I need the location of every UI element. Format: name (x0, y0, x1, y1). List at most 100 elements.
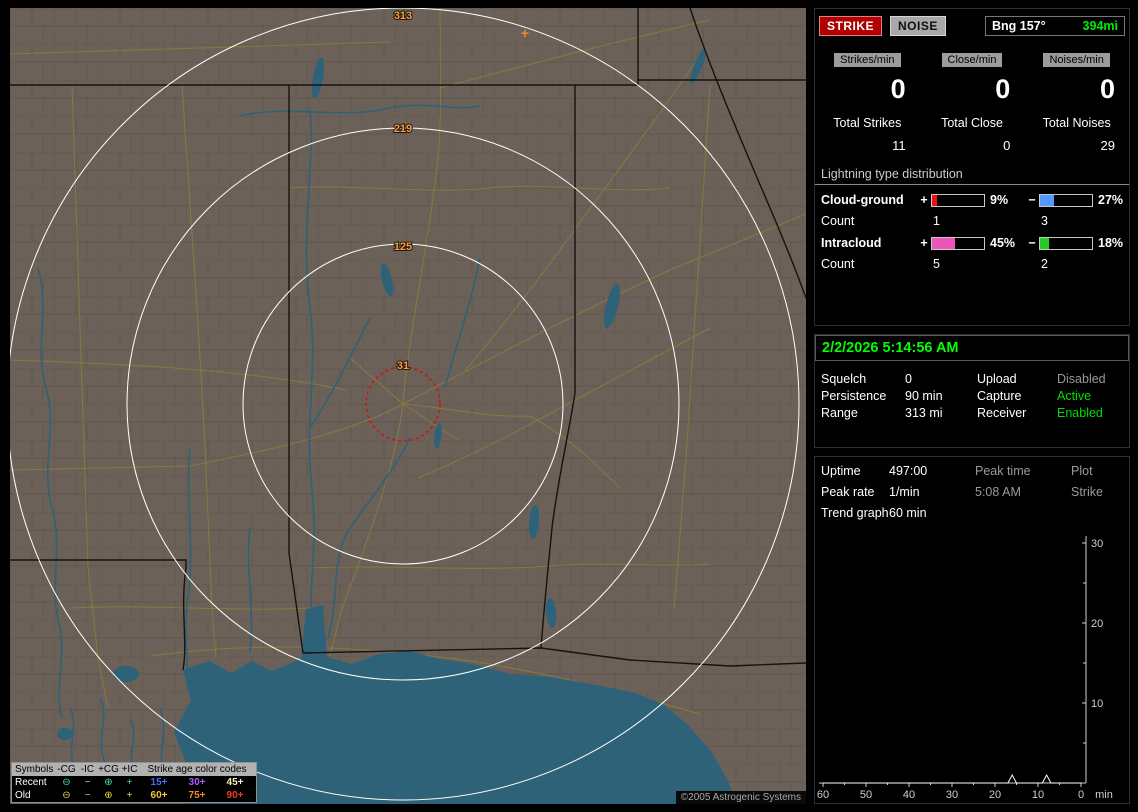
svg-text:20: 20 (989, 789, 1001, 801)
ic-count-row: Count 5 2 (815, 250, 1129, 271)
total-close-value: 0 (1003, 138, 1011, 153)
svg-text:10: 10 (1032, 789, 1044, 801)
bearing-value: Bng 157° (992, 19, 1046, 33)
noises-per-min-value: 0 (1099, 74, 1115, 104)
legend-symbols-header: Symbols (15, 764, 54, 775)
minus-sign: − (1028, 236, 1036, 250)
legend-header: Symbols -CG -IC +CG +IC Strike age color… (12, 763, 256, 776)
plot-mode-value: Strike (1071, 485, 1103, 499)
cg-count-row: Count 1 3 (815, 207, 1129, 228)
legend-col-pos-ic: +IC (121, 764, 138, 775)
svg-text:10: 10 (1091, 698, 1103, 710)
age-90: 90+ (226, 790, 244, 801)
persistence-label: Persistence (821, 389, 887, 403)
svg-text:313: 313 (394, 10, 412, 22)
trend-window-value: 60 min (889, 506, 927, 520)
trend-panel: Uptime 497:00 Peak time Plot Peak rate 1… (814, 456, 1130, 804)
old-neg-cg-icon: ⊖ (62, 790, 71, 801)
close-per-min-value: 0 (995, 74, 1011, 104)
svg-text:40: 40 (903, 789, 915, 801)
total-close-label: Total Close (941, 116, 1003, 130)
legend-old-label: Old (15, 790, 31, 801)
close-per-min-label: Close/min (941, 53, 1003, 67)
strike-symbol: + (521, 25, 529, 41)
cloud-ground-label: Cloud-ground (821, 193, 904, 207)
cloud-ground-row: Cloud-ground + 9% − 27% (815, 185, 1129, 207)
plus-sign: + (920, 193, 928, 207)
rate-counter-grid: Strikes/min Close/min Noises/min 0 0 0 T… (815, 52, 1129, 153)
strike-stats-panel: STRIKE NOISE Bng 157° 394mi Strikes/min … (814, 8, 1130, 326)
range-value: 313 mi (905, 406, 943, 420)
legend-col-neg-cg: -CG (57, 764, 76, 775)
legend-col-neg-ic: -IC (80, 764, 95, 775)
recent-neg-ic-icon: − (84, 777, 91, 788)
info-row-1: Uptime 497:00 Peak time Plot (815, 457, 1129, 478)
status-row-range: Range 313 mi Receiver Enabled (815, 403, 1129, 420)
svg-text:219: 219 (394, 123, 412, 135)
cg-positive-bar (931, 193, 985, 207)
svg-text:125: 125 (394, 241, 412, 253)
bearing-readout: Bng 157° 394mi (985, 16, 1125, 36)
legend-age-header: Strike age color codes (147, 764, 247, 775)
receiver-status: Enabled (1057, 406, 1103, 420)
range-label: Range (821, 406, 858, 420)
intracloud-label: Intracloud (821, 236, 882, 250)
peak-rate-label: Peak rate (821, 485, 875, 499)
capture-label: Capture (977, 389, 1022, 403)
datetime-display: 2/2/2026 5:14:56 AM (815, 335, 1129, 361)
strike-indicator-button[interactable]: STRIKE (819, 16, 883, 36)
old-neg-ic-icon: − (84, 790, 91, 801)
svg-text:31: 31 (397, 360, 409, 372)
age-60: 60+ (150, 790, 168, 801)
info-row-3: Trend graph 60 min (815, 499, 1129, 520)
bearing-distance: 394mi (1082, 19, 1118, 33)
uptime-label: Uptime (821, 464, 861, 478)
capture-status: Active (1057, 389, 1092, 403)
ic-positive-bar (931, 236, 985, 250)
strikes-per-min-label: Strikes/min (834, 53, 901, 67)
svg-text:50: 50 (860, 789, 872, 801)
svg-text:0: 0 (1078, 789, 1084, 801)
age-15: 15+ (150, 777, 168, 788)
legend-row-old: Old ⊖ − ⊕ + 60+ 75+ 90+ (12, 789, 256, 802)
svg-text:60: 60 (817, 789, 829, 801)
lightning-map[interactable]: 313 219 125 31 + Symbols -CG -IC +CG +IC… (10, 8, 806, 804)
svg-text:30: 30 (946, 789, 958, 801)
noises-per-min-label: Noises/min (1043, 53, 1110, 67)
plus-sign: + (920, 236, 928, 250)
peak-rate-value: 1/min (889, 485, 920, 499)
status-row-squelch: Squelch 0 Upload Disabled (815, 369, 1129, 386)
squelch-label: Squelch (821, 372, 867, 386)
age-45: 45+ (226, 777, 244, 788)
recent-pos-ic-icon: + (126, 777, 133, 788)
receiver-label: Receiver (977, 406, 1027, 420)
svg-text:20: 20 (1091, 618, 1103, 630)
ic-positive-pct: 45% (990, 236, 1016, 250)
minus-sign: − (1028, 193, 1036, 207)
status-panel: 2/2/2026 5:14:56 AM Squelch 0 Upload Dis… (814, 334, 1130, 448)
legend-row-recent: Recent ⊖ − ⊕ + 15+ 30+ 45+ (12, 776, 256, 789)
ic-negative-bar (1039, 236, 1093, 250)
recent-pos-cg-icon: ⊕ (104, 777, 113, 788)
legend-col-pos-cg: +CG (98, 764, 119, 775)
intracloud-row: Intracloud + 45% − 18% (815, 228, 1129, 250)
info-row-2: Peak rate 1/min 5:08 AM Strike (815, 478, 1129, 499)
old-pos-cg-icon: ⊕ (104, 790, 113, 801)
ic-negative-pct: 18% (1098, 236, 1124, 250)
total-noises-label: Total Noises (1042, 116, 1111, 130)
total-noises-value: 29 (1100, 138, 1115, 153)
sidebar: STRIKE NOISE Bng 157° 394mi Strikes/min … (814, 8, 1130, 804)
status-rows: Squelch 0 Upload Disabled Persistence 90… (815, 361, 1129, 420)
upload-status: Disabled (1057, 372, 1106, 386)
nexstorm-window: 313 219 125 31 + Symbols -CG -IC +CG +IC… (0, 0, 1138, 812)
strikes-per-min-value: 0 (890, 74, 906, 104)
peak-time-label: Peak time (975, 464, 1031, 478)
map-canvas[interactable]: 313 219 125 31 + (10, 8, 806, 804)
copyright-notice: ©2005 Astrogenic Systems (675, 791, 806, 804)
peak-time-value: 5:08 AM (975, 485, 1021, 499)
noise-indicator-button[interactable]: NOISE (890, 16, 946, 36)
trend-graph: 60 50 40 30 20 10 0 min 30 20 10 (817, 536, 1113, 801)
total-strikes-label: Total Strikes (833, 116, 902, 130)
legend-recent-label: Recent (15, 777, 47, 788)
cg-negative-bar (1039, 193, 1093, 207)
